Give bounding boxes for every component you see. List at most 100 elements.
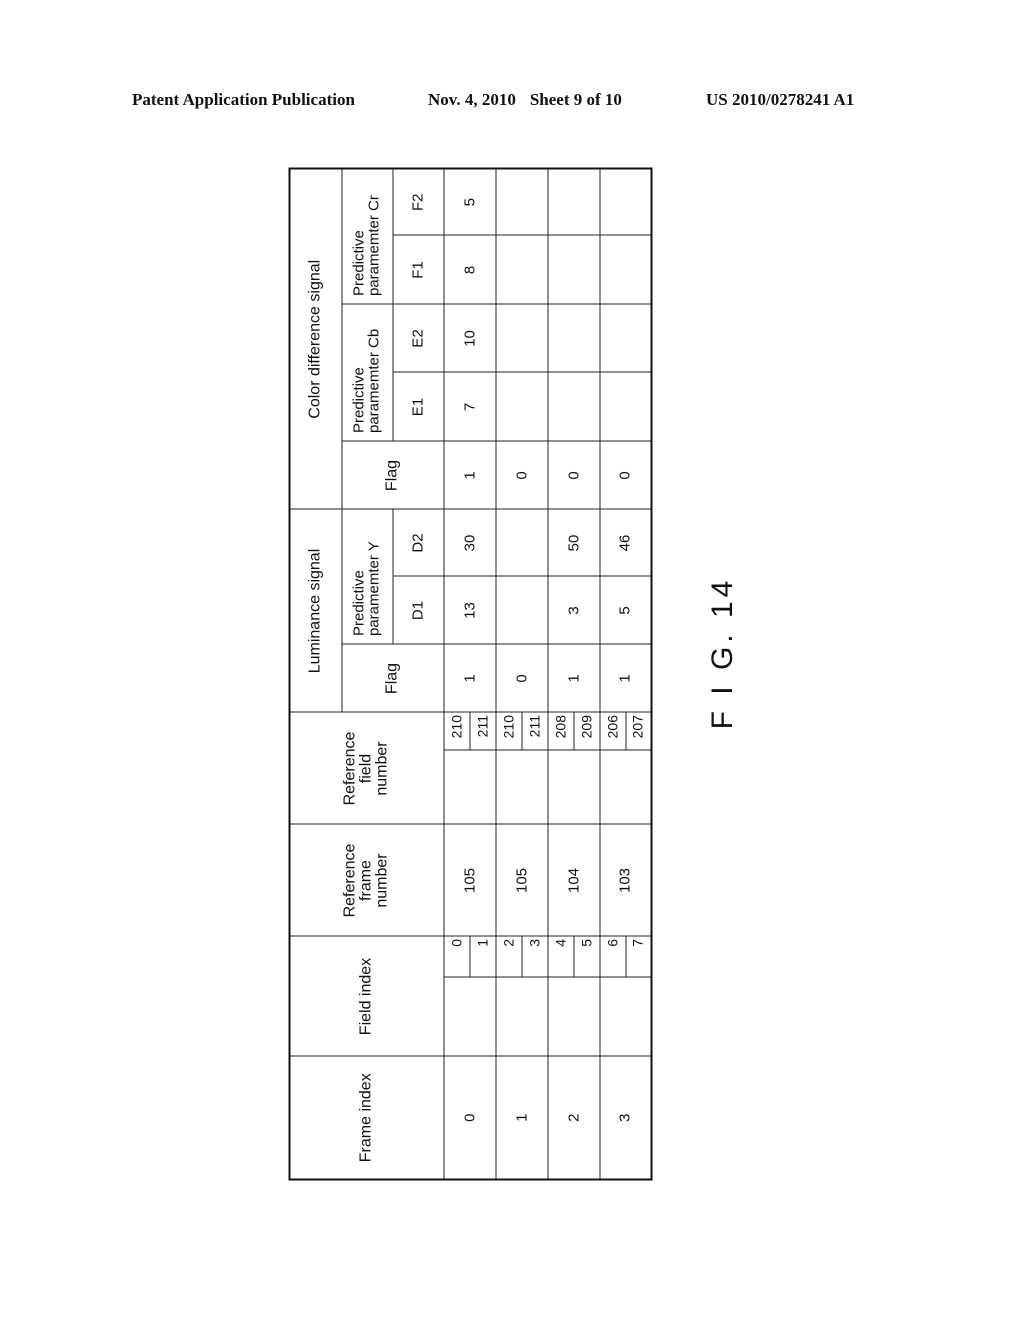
header-frame-index: Frame index (289, 1056, 443, 1179)
header-ref-frame: Reference frame number (289, 824, 443, 936)
sheet-number: Sheet 9 of 10 (529, 90, 622, 109)
frame-parameter-table: Frame index Field index Reference frame … (288, 166, 652, 1180)
header-field-index: Field index (289, 936, 443, 1056)
cell-frame-index: 0 (443, 1056, 495, 1179)
cell-d1: 13 (443, 576, 495, 644)
cell-ref-frame: 104 (547, 824, 599, 936)
patent-number: US 2010/0278241 A1 (706, 90, 855, 109)
cell-ref-field: 210 211 (495, 712, 547, 824)
cell-field-index: 67 (599, 936, 651, 1056)
header-e1: E1 (392, 372, 443, 441)
header-pred-cr: Predictive paramemter Cr (341, 167, 392, 304)
cell-f2 (599, 167, 651, 235)
header-luminance-signal: Luminance signal (289, 509, 341, 712)
cell-field-index-value: 5 (577, 938, 594, 947)
cell-e1 (599, 372, 651, 441)
header-lum-flag: Flag (341, 644, 443, 712)
cell-e2 (547, 304, 599, 372)
cell-lum-flag: 1 (599, 644, 651, 712)
cell-e2: 10 (443, 304, 495, 372)
header-ref-field: Reference field number (289, 712, 443, 824)
cell-e1: 7 (443, 372, 495, 441)
header-row-group: Frame index Field index Reference frame … (289, 167, 443, 1179)
header-pred-cb: Predictive paramemter Cb (341, 304, 392, 441)
figure-label: F I G. 14 (703, 577, 743, 730)
cell-field-index-value: 6 (604, 938, 621, 947)
cell-ref-field-value: 211 (525, 714, 542, 737)
cell-field-index-value: 7 (629, 938, 646, 947)
header-chroma-flag: Flag (341, 441, 443, 509)
cell-ref-field: 210 211 (443, 712, 495, 824)
cell-field-index-value: 3 (525, 938, 542, 947)
cell-d2 (495, 509, 547, 576)
cell-e2 (495, 304, 547, 372)
cell-f2: 5 (443, 167, 495, 235)
publication-title: Patent Application Publication (132, 90, 355, 109)
header-pred-cb-label: Predictive paramemter Cb (350, 328, 382, 433)
header-pred-y: Predictive paramemter Y (341, 509, 392, 644)
cell-f1: 8 (443, 235, 495, 304)
cell-field-index-value: 0 (448, 938, 465, 947)
cell-field-index: 23 (495, 936, 547, 1056)
header-ref-field-label: Reference field number (341, 731, 391, 805)
cell-frame-index: 1 (495, 1056, 547, 1179)
cell-field-index-value: 1 (473, 938, 490, 947)
cell-ref-field: 208 209 (547, 712, 599, 824)
cell-chroma-flag: 0 (599, 441, 651, 509)
cell-ref-field-value: 210 (448, 714, 465, 738)
cell-e2 (599, 304, 651, 372)
cell-ref-field-value: 206 (604, 714, 621, 738)
cell-e1 (495, 372, 547, 441)
cell-d2: 50 (547, 509, 599, 576)
table-row: 1 2 3 105 210 211 0 0 (495, 167, 547, 1179)
cell-chroma-flag: 0 (547, 441, 599, 509)
header-e2: E2 (392, 304, 443, 372)
cell-ref-field-value: 207 (629, 714, 646, 738)
table-row: 0 0 1 105 210 211 1 13 30 1 7 10 8 5 (443, 167, 495, 1179)
figure-label-text: F I G. 14 (706, 576, 739, 730)
header-pred-y-label: Predictive paramemter Y (350, 540, 382, 636)
header-f1: F1 (392, 235, 443, 304)
cell-d2: 30 (443, 509, 495, 576)
cell-chroma-flag: 1 (443, 441, 495, 509)
cell-lum-flag: 1 (443, 644, 495, 712)
header-color-difference-signal: Color difference signal (289, 167, 341, 509)
cell-lum-flag: 1 (547, 644, 599, 712)
cell-ref-field-value: 211 (473, 714, 490, 737)
cell-f2 (495, 167, 547, 235)
cell-field-index: 45 (547, 936, 599, 1056)
table-row: 2 4 5 104 208 209 1 3 50 0 (547, 167, 599, 1179)
cell-e1 (547, 372, 599, 441)
cell-ref-frame: 103 (599, 824, 651, 936)
cell-frame-index: 2 (547, 1056, 599, 1179)
cell-ref-field: 206 207 (599, 712, 651, 824)
cell-ref-frame: 105 (443, 824, 495, 936)
cell-f2 (547, 167, 599, 235)
cell-frame-index: 3 (599, 1056, 651, 1179)
cell-ref-frame: 105 (495, 824, 547, 936)
header-f2: F2 (392, 167, 443, 235)
publication-date-sheet: Nov. 4, 2010 Sheet 9 of 10 (428, 90, 622, 110)
cell-ref-field-value: 210 (500, 714, 517, 738)
cell-d2: 46 (599, 509, 651, 576)
cell-ref-field-value: 208 (552, 714, 569, 738)
cell-d1 (495, 576, 547, 644)
frame-parameter-table-container: Frame index Field index Reference frame … (288, 166, 652, 1180)
cell-field-index-value: 2 (500, 938, 517, 947)
cell-d1: 3 (547, 576, 599, 644)
table-row: 3 6 7 103 206 207 1 5 46 0 (599, 167, 651, 1179)
cell-ref-field-value: 209 (577, 714, 594, 738)
cell-field-index-value: 4 (552, 938, 569, 947)
header-ref-frame-label: Reference frame number (341, 843, 391, 917)
cell-lum-flag: 0 (495, 644, 547, 712)
header-pred-cr-label: Predictive paramemter Cr (350, 194, 382, 296)
header-d1: D1 (392, 576, 443, 644)
cell-f1 (547, 235, 599, 304)
header-d2: D2 (392, 509, 443, 576)
cell-f1 (599, 235, 651, 304)
publication-date: Nov. 4, 2010 (428, 90, 516, 109)
cell-d1: 5 (599, 576, 651, 644)
cell-chroma-flag: 0 (495, 441, 547, 509)
cell-field-index: 01 (443, 936, 495, 1056)
cell-f1 (495, 235, 547, 304)
